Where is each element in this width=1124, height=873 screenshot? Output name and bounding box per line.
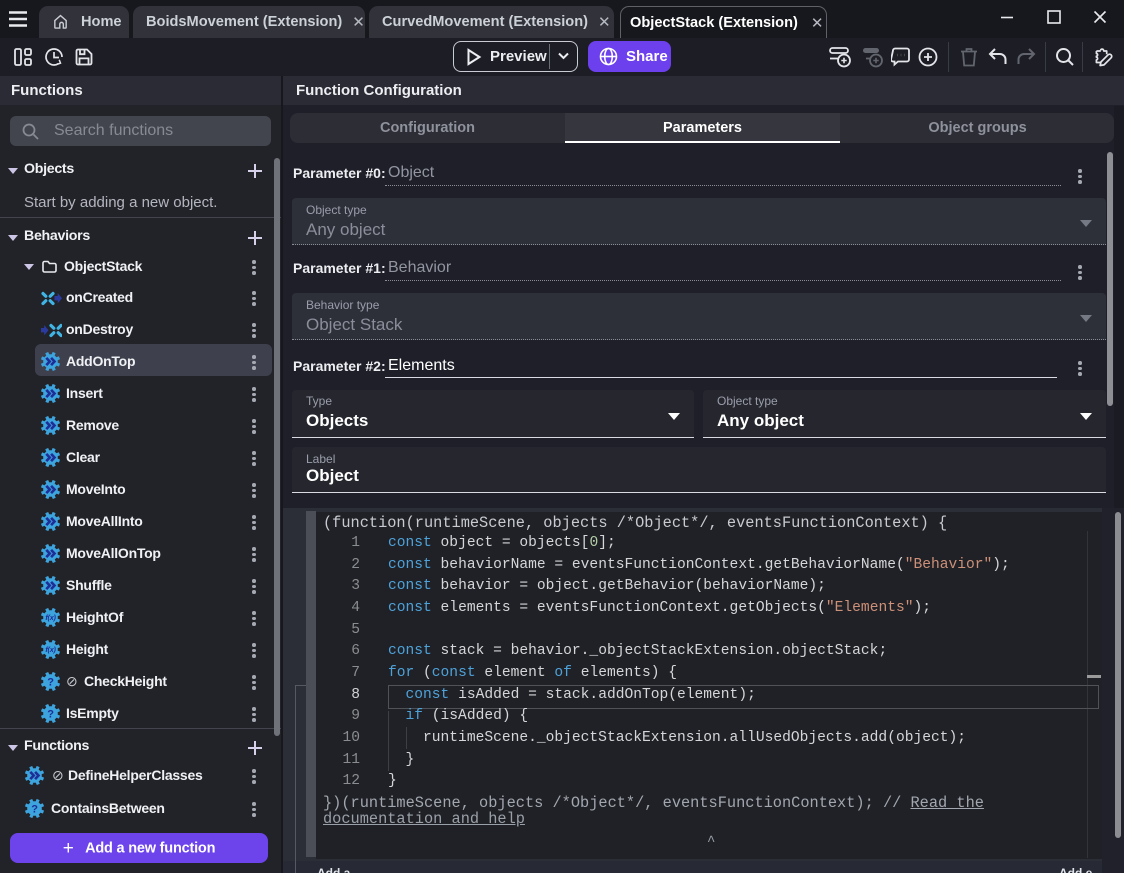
svg-text:?: ? bbox=[47, 676, 54, 688]
svg-text:?: ? bbox=[31, 803, 38, 815]
svg-text:f(x): f(x) bbox=[45, 613, 56, 622]
svg-text:?: ? bbox=[47, 708, 54, 720]
svg-text:f(x): f(x) bbox=[45, 645, 56, 654]
